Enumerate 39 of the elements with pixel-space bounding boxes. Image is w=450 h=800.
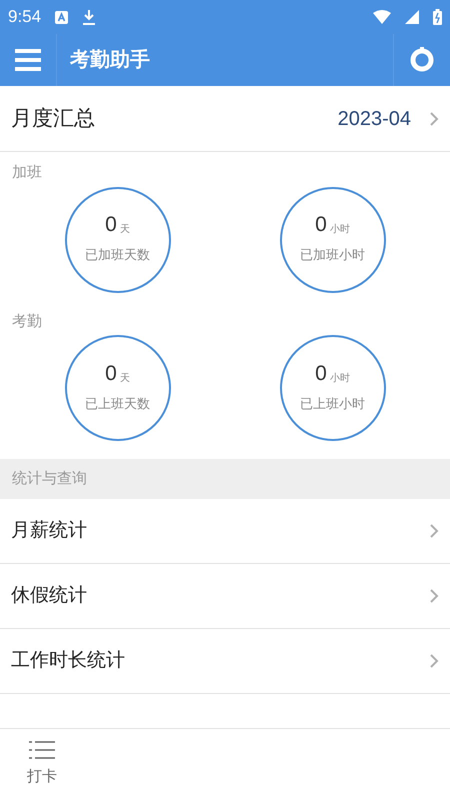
stat-label: 已加班小时 — [300, 246, 365, 264]
menu-row-label: 休假统计 — [11, 584, 88, 608]
monthly-summary-row[interactable]: 月度汇总 2023-04 — [0, 86, 450, 152]
stat-value: 0 — [105, 362, 117, 384]
notification-icon — [55, 10, 68, 24]
chevron-right-icon — [429, 523, 439, 539]
wifi-icon — [373, 10, 391, 24]
menu-icon — [15, 49, 41, 71]
app-title: 考勤助手 — [68, 48, 151, 73]
stat-unit: 小时 — [330, 374, 350, 384]
menu-row[interactable]: 工作时长统计 — [0, 629, 450, 694]
menu-row[interactable]: 休假统计 — [0, 564, 450, 629]
group-title: 加班 — [11, 163, 43, 183]
list-icon — [29, 740, 55, 760]
stat-label: 已上班天数 — [85, 394, 150, 413]
stat-unit: 天 — [120, 374, 130, 384]
battery-icon — [433, 9, 442, 25]
menu-row[interactable]: 月薪统计 — [0, 499, 450, 564]
download-icon — [82, 9, 96, 25]
stat-label: 已上班小时 — [300, 394, 365, 413]
stat-label: 已加班天数 — [85, 246, 150, 264]
chevron-right-icon — [429, 110, 439, 126]
menu-row-label: 工作时长统计 — [11, 648, 126, 673]
stat-value: 0 — [315, 362, 327, 384]
nav-tab[interactable]: 打卡 — [0, 729, 84, 800]
signal-icon — [405, 10, 419, 24]
stat-value: 0 — [315, 214, 327, 236]
status-time: 9:54 — [8, 6, 42, 28]
settings-icon — [409, 47, 435, 73]
chevron-right-icon — [429, 588, 439, 604]
stat-unit: 天 — [120, 225, 130, 236]
chevron-right-icon — [429, 653, 439, 669]
group-title: 考勤 — [11, 312, 43, 332]
section-header: 统计与查询 — [0, 459, 450, 499]
summary-month: 2023-04 — [338, 106, 411, 132]
stat-unit: 小时 — [330, 225, 350, 236]
menu-row-label: 月薪统计 — [11, 518, 88, 543]
summary-label: 月度汇总 — [11, 106, 96, 132]
stat-value: 0 — [105, 214, 117, 236]
